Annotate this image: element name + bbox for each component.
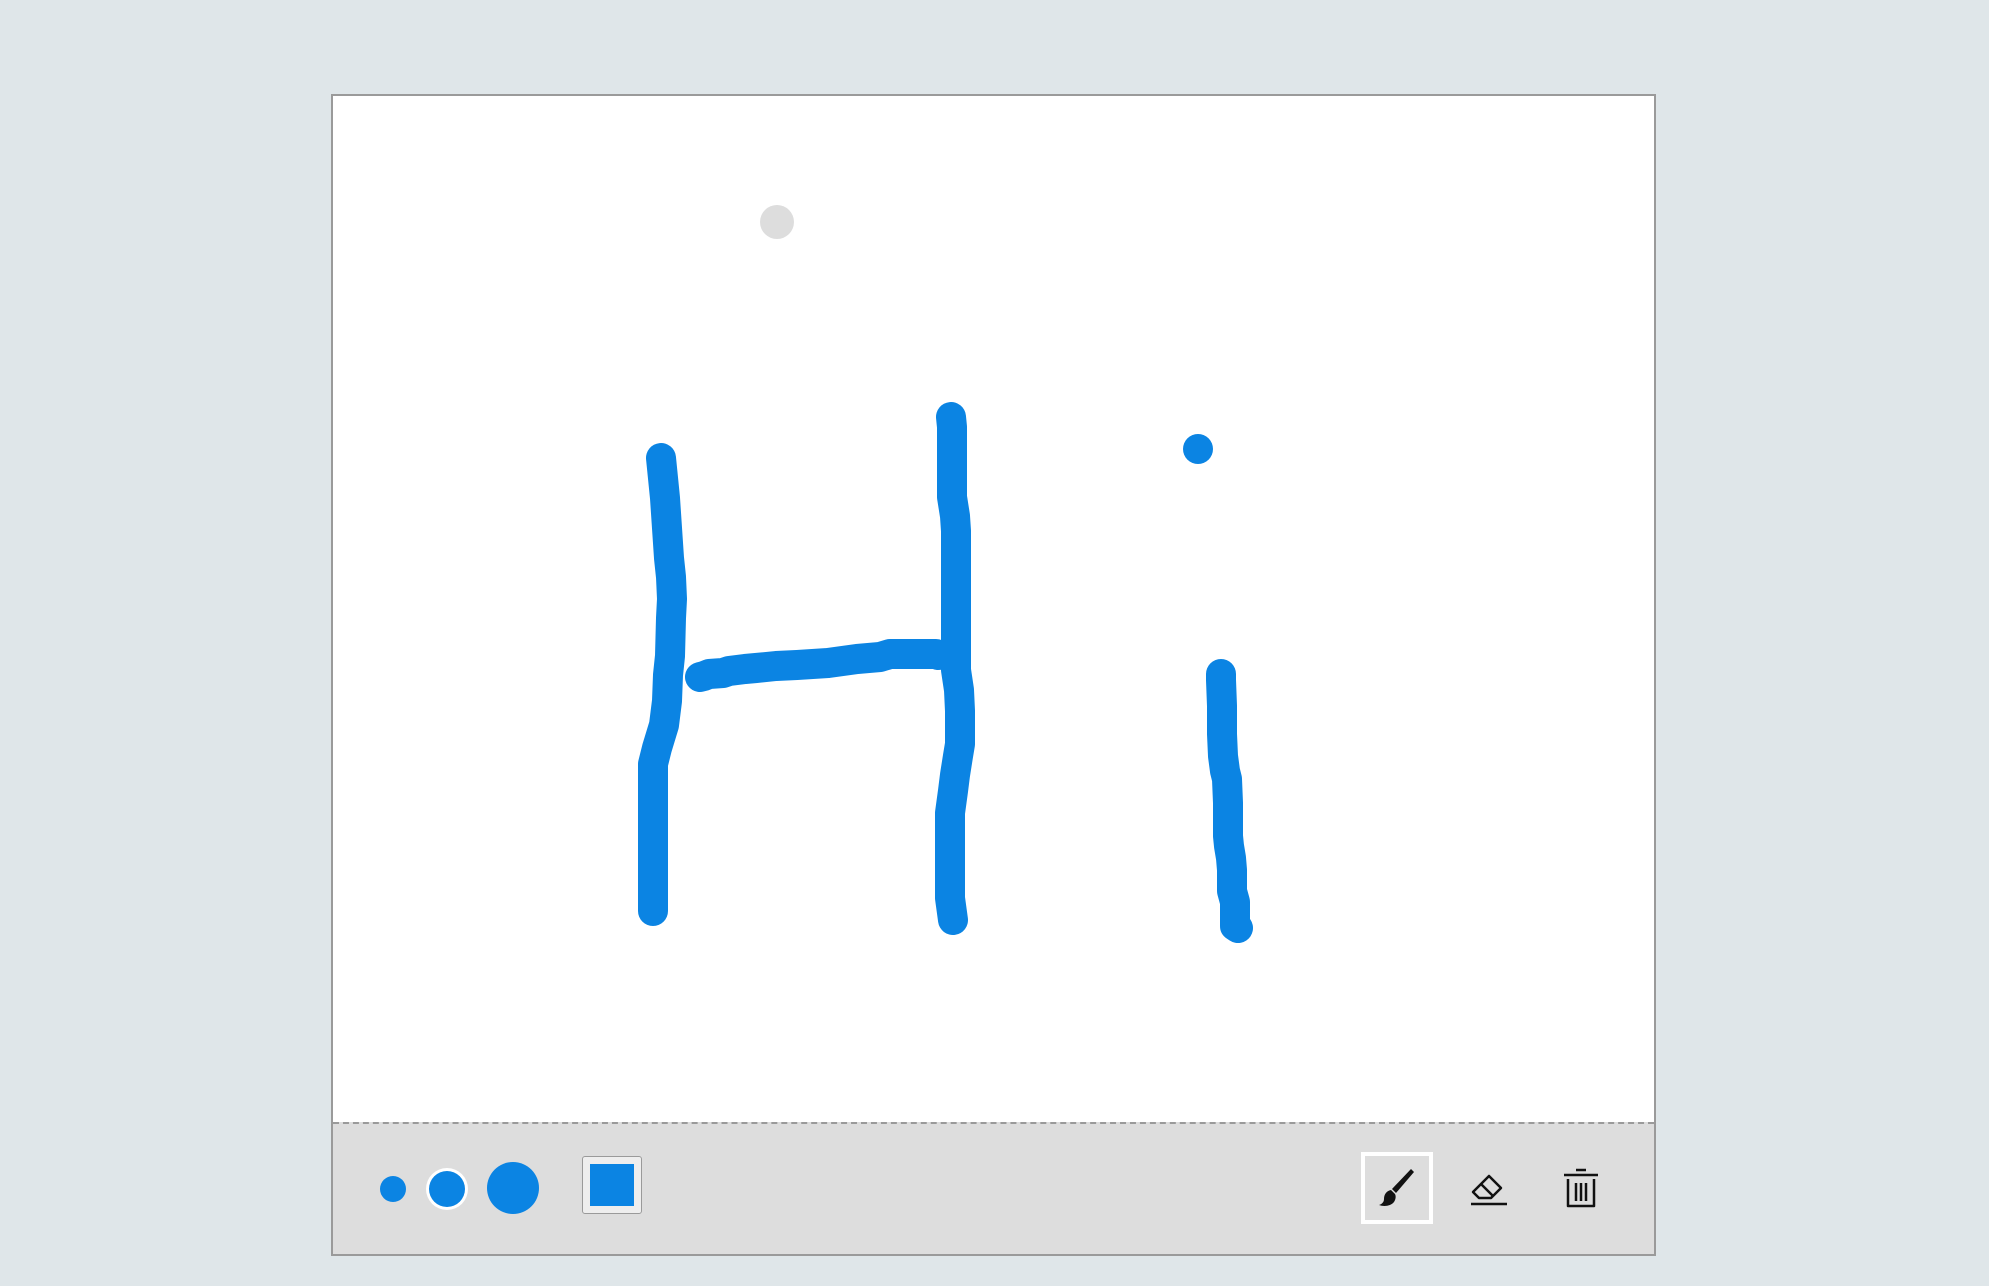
color-swatch xyxy=(590,1164,634,1206)
eraser-tool-button[interactable] xyxy=(1453,1152,1525,1224)
brush-size-small[interactable] xyxy=(380,1176,406,1202)
trash-icon xyxy=(1564,1168,1598,1208)
color-picker[interactable] xyxy=(582,1156,642,1214)
stroke-h-bar xyxy=(685,639,953,692)
drawing-surface[interactable] xyxy=(333,96,1654,1122)
brush-size-medium[interactable] xyxy=(429,1171,465,1207)
stroke-i-stem xyxy=(1206,659,1253,943)
clear-canvas-button[interactable] xyxy=(1545,1152,1617,1224)
brush-size-large[interactable] xyxy=(487,1162,539,1214)
stroke-h-right xyxy=(935,402,975,935)
cursor-preview xyxy=(760,205,794,239)
drawing-widget xyxy=(331,94,1656,1256)
eraser-icon xyxy=(1471,1174,1507,1206)
drawing-canvas[interactable] xyxy=(333,96,1654,1122)
stroke-h-left xyxy=(638,443,687,926)
toolbar xyxy=(333,1122,1654,1254)
brush-tool-button[interactable] xyxy=(1361,1152,1433,1224)
paintbrush-icon xyxy=(1379,1169,1414,1206)
